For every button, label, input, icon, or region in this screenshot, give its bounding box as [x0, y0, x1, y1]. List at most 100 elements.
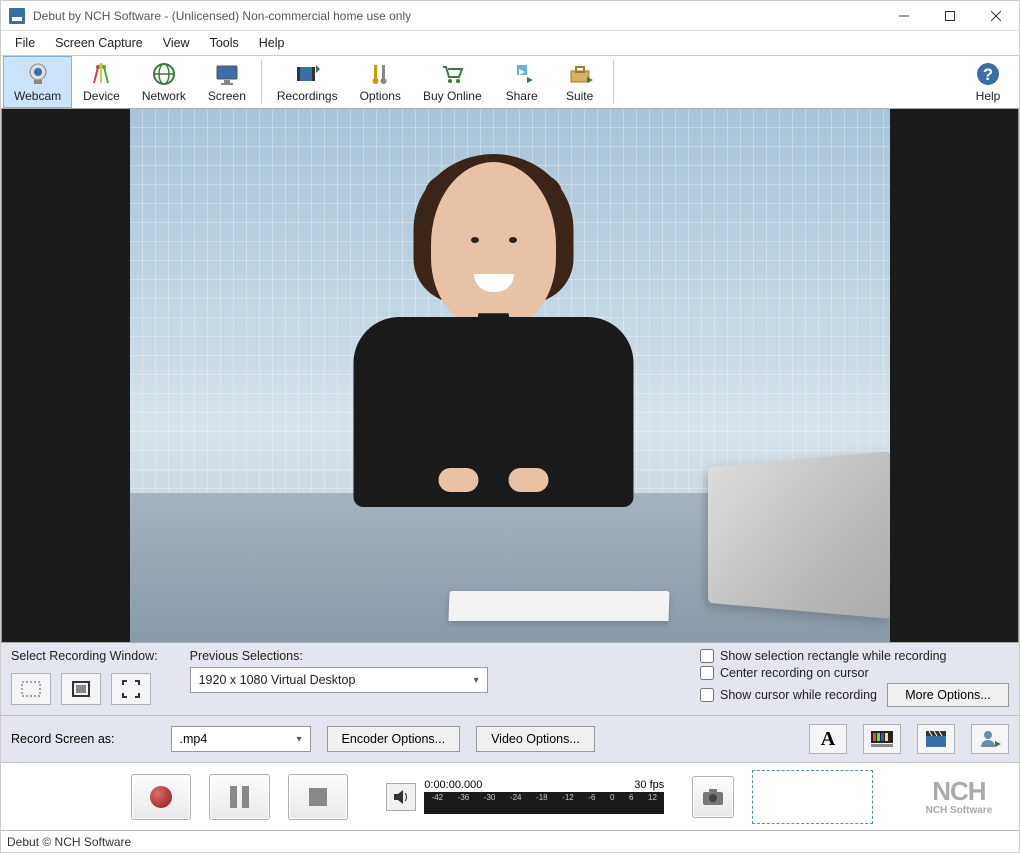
show-cursor-checkbox[interactable]: [700, 688, 714, 702]
clapper-icon: [925, 730, 947, 748]
options-icon: [367, 61, 393, 87]
toolbar-screen-label: Screen: [208, 89, 246, 103]
control-bar: 0:00:00.000 30 fps -42-36-30-24-18-12-60…: [1, 762, 1019, 830]
selection-window-icon: [71, 680, 91, 698]
toolbar-help-label: Help: [976, 89, 1001, 103]
selection-rectangle-button[interactable]: [11, 673, 51, 705]
menu-tools[interactable]: Tools: [200, 34, 249, 52]
menu-help[interactable]: Help: [249, 34, 295, 52]
screenshot-button[interactable]: [692, 776, 734, 818]
toolbar-webcam-button[interactable]: Webcam: [3, 56, 72, 108]
window-title: Debut by NCH Software - (Unlicensed) Non…: [33, 9, 881, 23]
stop-button[interactable]: [288, 774, 348, 820]
center-cursor-checkbox[interactable]: [700, 666, 714, 680]
previous-selections-label: Previous Selections:: [190, 649, 488, 663]
toolbar-screen-button[interactable]: Screen: [197, 56, 257, 108]
show-cursor-label: Show cursor while recording: [720, 688, 877, 702]
color-bars-icon: [871, 731, 893, 747]
record-button[interactable]: [131, 774, 191, 820]
show-selection-checkbox-row[interactable]: Show selection rectangle while recording: [700, 649, 1009, 663]
toolbar-recordings-button[interactable]: Recordings: [266, 56, 349, 108]
record-icon: [150, 786, 172, 808]
suite-icon: [567, 61, 593, 87]
toolbar: Webcam Device Network Screen Recordings …: [1, 55, 1019, 109]
status-bar: Debut © NCH Software: [1, 830, 1019, 852]
share-icon: [509, 61, 535, 87]
toolbar-suite-button[interactable]: Suite: [551, 56, 609, 108]
video-options-button[interactable]: Video Options...: [476, 726, 595, 752]
toolbar-network-button[interactable]: Network: [131, 56, 197, 108]
sound-toggle-button[interactable]: [386, 783, 416, 811]
text-icon: A: [821, 728, 835, 751]
svg-text:?: ?: [983, 65, 993, 84]
toolbar-options-button[interactable]: Options: [349, 56, 412, 108]
selection-fullscreen-button[interactable]: [111, 673, 151, 705]
speaker-icon: [393, 790, 409, 804]
webcam-icon: [25, 61, 51, 87]
toolbar-divider: [261, 60, 262, 104]
chevron-down-icon: ▾: [474, 675, 479, 686]
window-controls: [881, 1, 1019, 31]
color-adjust-button[interactable]: [863, 724, 901, 754]
center-cursor-label: Center recording on cursor: [720, 666, 869, 680]
camera-icon: [701, 787, 725, 807]
pause-button[interactable]: [209, 774, 269, 820]
toolbar-help-button[interactable]: ? Help: [959, 56, 1017, 108]
center-cursor-checkbox-row[interactable]: Center recording on cursor: [700, 666, 1009, 680]
app-icon: [9, 8, 25, 24]
toolbar-share-label: Share: [506, 89, 538, 103]
encoder-options-button[interactable]: Encoder Options...: [327, 726, 461, 752]
help-icon: ?: [975, 61, 1001, 87]
more-options-button[interactable]: More Options...: [887, 683, 1009, 707]
previous-selections-value: 1920 x 1080 Virtual Desktop: [199, 673, 356, 687]
format-panel: Record Screen as: .mp4 ▾ Encoder Options…: [1, 715, 1019, 762]
toolbar-share-button[interactable]: Share: [493, 56, 551, 108]
select-recording-label: Select Recording Window:: [11, 649, 158, 663]
toolbar-webcam-label: Webcam: [14, 89, 61, 103]
audio-level-meter: -42-36-30-24-18-12-60612: [424, 792, 664, 814]
menu-file[interactable]: File: [5, 34, 45, 52]
show-selection-checkbox[interactable]: [700, 649, 714, 663]
watermark-button[interactable]: [971, 724, 1009, 754]
screen-icon: [214, 61, 240, 87]
record-as-label: Record Screen as:: [11, 732, 115, 746]
recording-window-panel: Select Recording Window: Previous Select…: [1, 642, 1019, 715]
minimize-icon: [899, 11, 909, 21]
menu-view[interactable]: View: [153, 34, 200, 52]
toolbar-spacer: [618, 56, 959, 108]
preview-area: [1, 109, 1019, 642]
cart-icon: [439, 61, 465, 87]
recordings-icon: [294, 61, 320, 87]
effects-button[interactable]: [917, 724, 955, 754]
previous-selections-dropdown[interactable]: 1920 x 1080 Virtual Desktop ▾: [190, 667, 488, 693]
stop-icon: [309, 788, 327, 806]
menu-screen-capture[interactable]: Screen Capture: [45, 34, 153, 52]
toolbar-device-button[interactable]: Device: [72, 56, 131, 108]
time-display: 0:00:00.000: [424, 779, 482, 791]
close-button[interactable]: [973, 1, 1019, 31]
pause-icon: [230, 786, 249, 808]
network-icon: [151, 61, 177, 87]
fullscreen-icon: [122, 680, 140, 698]
person-add-icon: [979, 729, 1001, 749]
toolbar-buy-button[interactable]: Buy Online: [412, 56, 493, 108]
menubar: File Screen Capture View Tools Help: [1, 31, 1019, 55]
preview-thumbnail-zone[interactable]: [752, 770, 873, 824]
selection-rect-icon: [21, 681, 41, 697]
maximize-button[interactable]: [927, 1, 973, 31]
text-overlay-button[interactable]: A: [809, 724, 847, 754]
show-cursor-checkbox-row[interactable]: Show cursor while recording: [700, 688, 877, 702]
maximize-icon: [945, 11, 955, 21]
toolbar-recordings-label: Recordings: [277, 89, 338, 103]
show-selection-label: Show selection rectangle while recording: [720, 649, 947, 663]
minimize-button[interactable]: [881, 1, 927, 31]
format-value: .mp4: [180, 732, 208, 746]
status-text: Debut © NCH Software: [7, 835, 131, 849]
nch-logo: NCH NCH Software: [909, 777, 1009, 817]
selection-window-button[interactable]: [61, 673, 101, 705]
toolbar-network-label: Network: [142, 89, 186, 103]
webcam-preview-image: [130, 109, 890, 642]
toolbar-device-label: Device: [83, 89, 120, 103]
toolbar-buy-label: Buy Online: [423, 89, 482, 103]
format-dropdown[interactable]: .mp4 ▾: [171, 726, 311, 752]
